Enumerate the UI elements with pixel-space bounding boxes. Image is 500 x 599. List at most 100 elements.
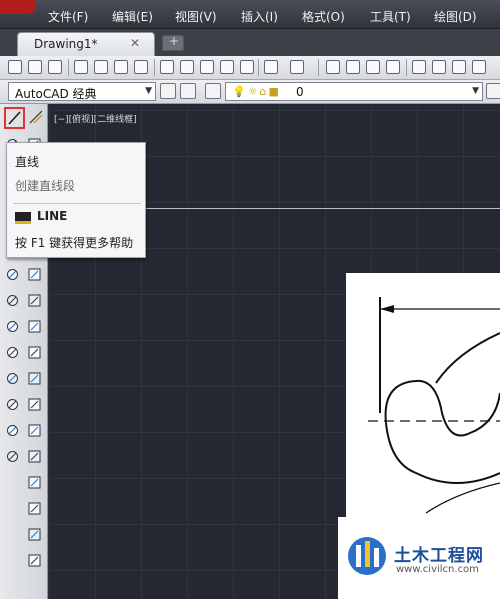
chamfer-button[interactable]: [27, 527, 42, 542]
line-command-tooltip: 直线 创建直线段 LINE 按 F1 键获得更多帮助: [6, 142, 146, 258]
paste-icon[interactable]: [200, 60, 214, 74]
region-button[interactable]: [5, 319, 20, 334]
chamfer-icon: [28, 528, 41, 541]
tool-palettes-icon[interactable]: [452, 60, 466, 74]
chevron-down-icon: ▼: [472, 86, 479, 96]
zoom-previous-icon[interactable]: [386, 60, 400, 74]
tooltip-divider: [13, 203, 141, 204]
tab-label: Drawing1*: [34, 37, 98, 51]
erase-button[interactable]: [5, 371, 20, 386]
add-selected-button[interactable]: [27, 345, 42, 360]
open-icon[interactable]: [28, 60, 42, 74]
tab-drawing1[interactable]: Drawing1* ✕: [17, 32, 155, 56]
command-line-icon: [15, 212, 31, 224]
chevron-down-icon: ▼: [145, 86, 152, 96]
copy-icon[interactable]: [180, 60, 194, 74]
hatch-icon: [7, 295, 18, 306]
layer-dropdown[interactable]: 💡☼⌂■ 0 ▼: [225, 82, 483, 101]
workspace-dropdown[interactable]: AutoCAD 经典 ▼: [8, 82, 156, 101]
layer-properties-icon[interactable]: [205, 83, 221, 99]
zoom-realtime-icon[interactable]: [346, 60, 360, 74]
tooltip-description: 创建直线段: [15, 179, 76, 193]
break-button[interactable]: [27, 501, 42, 516]
zoom-window-icon[interactable]: [366, 60, 380, 74]
point-button[interactable]: [27, 267, 42, 282]
publish-icon[interactable]: [114, 60, 128, 74]
multiline-text-icon: [7, 347, 18, 358]
application-menu-button[interactable]: [0, 0, 36, 14]
erase-icon: [7, 373, 18, 384]
explode-icon: [28, 554, 41, 567]
make-layer-current-icon[interactable]: [486, 83, 500, 99]
3d-print-icon[interactable]: [134, 60, 148, 74]
copy-button[interactable]: [27, 371, 42, 386]
pan-icon[interactable]: [326, 60, 340, 74]
menu-draw[interactable]: 绘图(D): [434, 8, 477, 25]
sheet-set-icon[interactable]: [472, 60, 486, 74]
construction-line-button[interactable]: [28, 109, 44, 125]
rotate-icon: [7, 451, 18, 462]
scale-icon: [28, 450, 41, 463]
undo-icon[interactable]: [264, 60, 278, 74]
toolbar-separator: [68, 59, 69, 76]
menu-edit[interactable]: 编辑(E): [112, 8, 153, 25]
cut-icon[interactable]: [160, 60, 174, 74]
trim-icon: [28, 476, 41, 489]
workspace-save-icon[interactable]: [180, 83, 196, 99]
mirror-button[interactable]: [5, 397, 20, 412]
menu-insert[interactable]: 插入(I): [241, 8, 278, 25]
close-icon[interactable]: ✕: [130, 36, 140, 50]
workspace-settings-icon[interactable]: [160, 83, 176, 99]
new-icon[interactable]: [8, 60, 22, 74]
gradient-button[interactable]: [27, 293, 42, 308]
toolbar-separator: [406, 59, 407, 76]
array-button[interactable]: [5, 423, 20, 438]
save-icon[interactable]: [48, 60, 62, 74]
plot-icon[interactable]: [74, 60, 88, 74]
workspace-layers-toolbar: AutoCAD 经典 ▼ 💡☼⌂■ 0 ▼: [0, 80, 500, 104]
standard-toolbar: [0, 56, 500, 80]
hatch-button[interactable]: [5, 293, 20, 308]
offset-icon: [28, 398, 41, 411]
copy-icon: [28, 372, 41, 385]
move-button[interactable]: [27, 423, 42, 438]
layer-state-icon: 💡☼⌂■: [232, 85, 281, 98]
workspace-value: AutoCAD 经典: [15, 87, 97, 101]
make-block-button[interactable]: [5, 267, 20, 282]
menu-format[interactable]: 格式(O): [302, 8, 345, 25]
properties-icon[interactable]: [412, 60, 426, 74]
trim-button[interactable]: [27, 475, 42, 490]
gradient-icon: [28, 294, 41, 307]
table-button[interactable]: [27, 319, 42, 334]
redo-icon[interactable]: [290, 60, 304, 74]
make-block-icon: [7, 269, 18, 280]
new-tab-button[interactable]: [162, 34, 184, 51]
design-center-icon[interactable]: [432, 60, 446, 74]
drawn-line: [145, 208, 500, 209]
line-button[interactable]: [4, 107, 25, 129]
move-icon: [28, 424, 41, 437]
civilcn-logo-icon: [348, 537, 386, 575]
menu-tools[interactable]: 工具(T): [370, 8, 411, 25]
point-icon: [28, 268, 41, 281]
autocad-window: { "menu": { "items": ["文件(F)", "编辑(E)", …: [0, 0, 500, 599]
block-editor-icon[interactable]: [240, 60, 254, 74]
multiline-text-button[interactable]: [5, 345, 20, 360]
menu-bar: 文件(F) 编辑(E) 视图(V) 插入(I) 格式(O) 工具(T) 绘图(D…: [0, 0, 500, 29]
tooltip-title: 直线: [15, 155, 40, 169]
menu-file[interactable]: 文件(F): [48, 8, 88, 25]
watermark-url: www.civilcn.com: [396, 564, 479, 575]
region-icon: [7, 321, 18, 332]
menu-view[interactable]: 视图(V): [175, 8, 217, 25]
viewport-controls[interactable]: [−][俯视][二维线框]: [54, 112, 137, 125]
construction-line-icon: [29, 110, 43, 124]
watermark-name: 土木工程网: [394, 546, 484, 566]
offset-button[interactable]: [27, 397, 42, 412]
toolbar-separator: [154, 59, 155, 76]
rotate-button[interactable]: [5, 449, 20, 464]
explode-button[interactable]: [27, 553, 42, 568]
match-properties-icon[interactable]: [220, 60, 234, 74]
scale-button[interactable]: [27, 449, 42, 464]
plot-preview-icon[interactable]: [94, 60, 108, 74]
add-selected-icon: [28, 346, 41, 359]
